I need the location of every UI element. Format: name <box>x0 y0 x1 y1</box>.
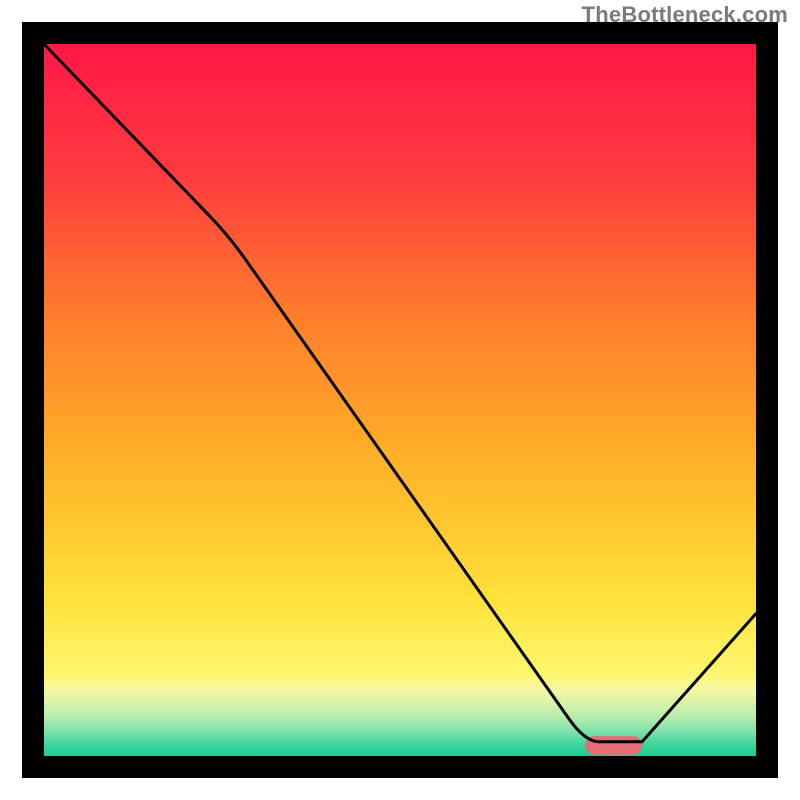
chart-stage: TheBottleneck.com <box>0 0 800 800</box>
optimal-zone-marker <box>585 736 642 755</box>
chart-svg <box>0 0 800 800</box>
plot-background <box>44 44 756 756</box>
